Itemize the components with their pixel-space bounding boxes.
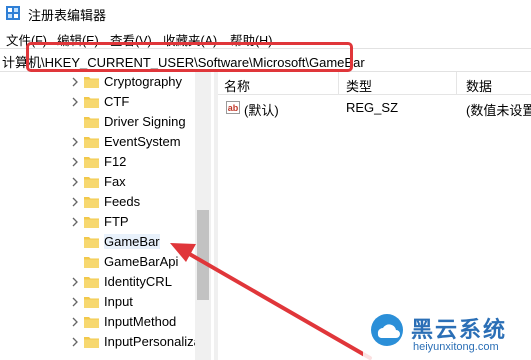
watermark-url: heiyunxitong.com — [413, 341, 499, 353]
annotation-arrow — [170, 243, 372, 360]
site-watermark: 黑云系统 heiyunxitong.com — [363, 308, 531, 360]
arrow-shaft — [184, 250, 372, 360]
watermark-title: 黑云系统 — [411, 317, 508, 342]
arrow-head — [170, 243, 196, 262]
cloud-logo-icon — [371, 314, 403, 346]
